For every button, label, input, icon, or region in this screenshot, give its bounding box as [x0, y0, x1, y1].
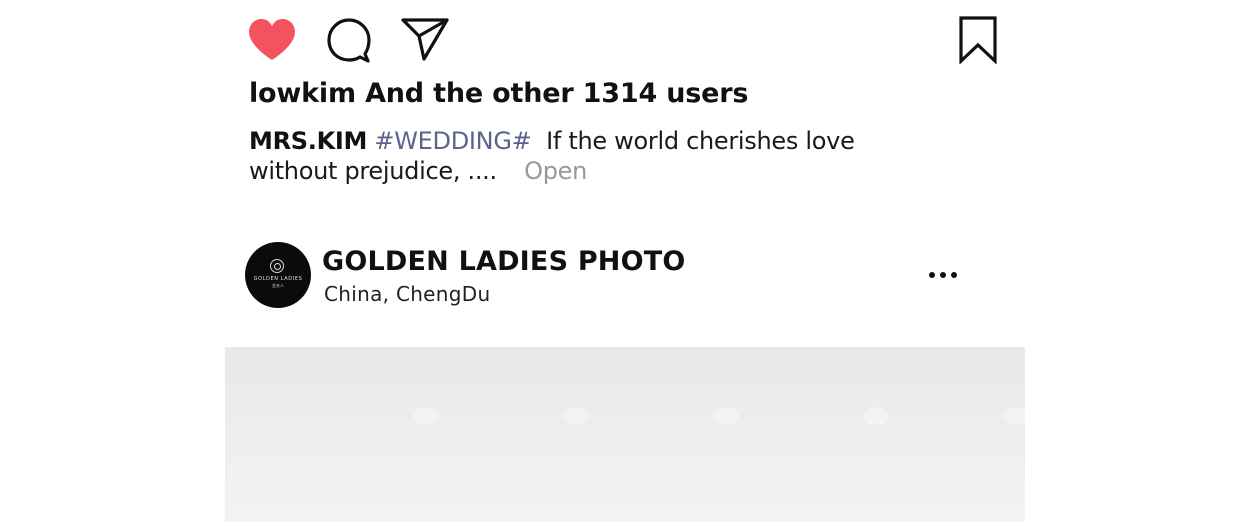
share-button[interactable] [400, 16, 450, 66]
instagram-feed: lowkim And the other 1314 users MRS.KIM … [0, 0, 1250, 522]
speech-bubble-icon [327, 18, 371, 63]
account-name[interactable]: GOLDEN LADIES PHOTO [322, 246, 686, 277]
save-button[interactable] [958, 16, 998, 68]
post-action-bar [245, 14, 1000, 66]
bookmark-icon [959, 16, 997, 65]
post-image[interactable] [225, 347, 1025, 522]
caption-open-link[interactable]: Open [524, 157, 587, 185]
more-horizontal-icon [929, 272, 935, 278]
caption-hashtag[interactable]: #WEDDING# [374, 127, 531, 155]
more-options-button[interactable] [927, 268, 959, 282]
avatar-brand-subtext: 金夫人 [272, 283, 284, 288]
avatar-brand-text: GOLDEN LADIES [253, 276, 303, 282]
caption-author[interactable]: MRS.KIM [249, 127, 367, 155]
like-button[interactable] [247, 18, 297, 66]
brand-logo-icon [270, 259, 284, 273]
paper-plane-icon [401, 18, 449, 61]
comment-button[interactable] [325, 16, 373, 68]
post-header: GOLDEN LADIES 金夫人 GOLDEN LADIES PHOTO Ch… [245, 242, 965, 308]
post-location[interactable]: China, ChengDu [324, 282, 490, 306]
likes-summary[interactable]: lowkim And the other 1314 users [249, 78, 748, 109]
post-caption: MRS.KIM #WEDDING# If the world cherishes… [249, 126, 929, 186]
heart-filled-icon [249, 19, 295, 60]
avatar[interactable]: GOLDEN LADIES 金夫人 [245, 242, 311, 308]
